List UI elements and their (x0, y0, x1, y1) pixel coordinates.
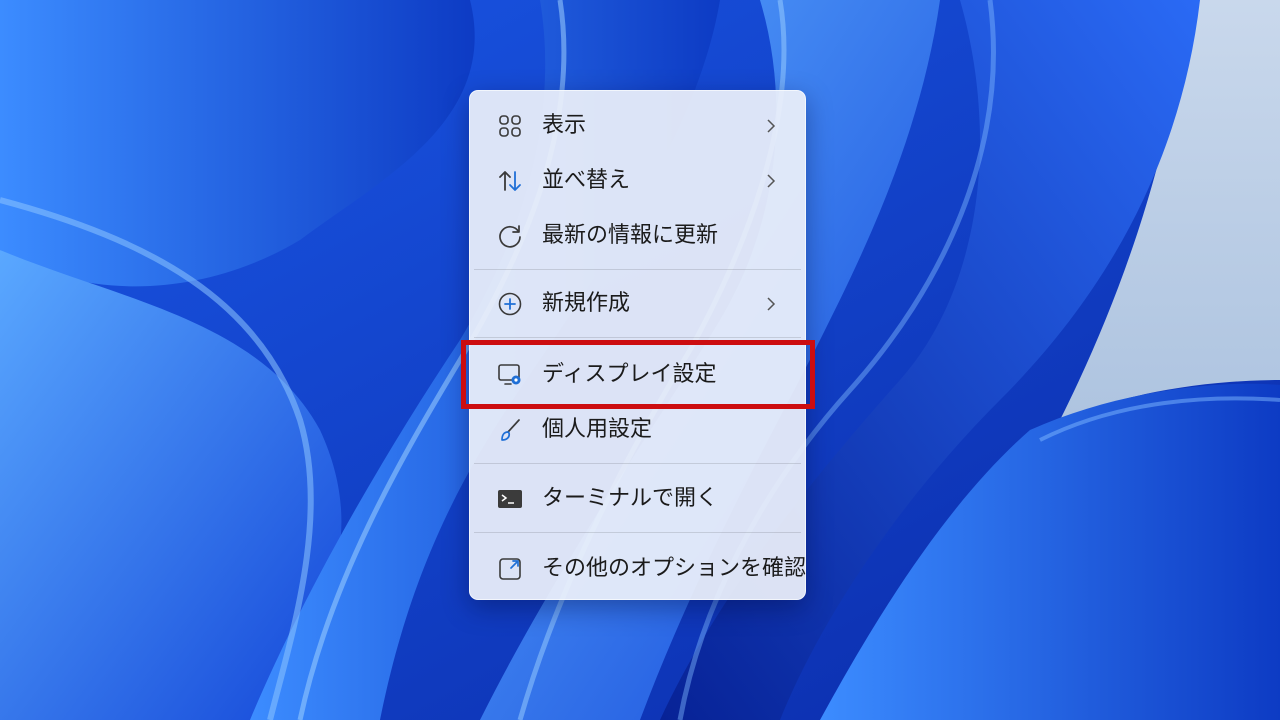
menu-item-sort[interactable]: 並べ替え (474, 157, 801, 205)
more-options-icon (497, 556, 523, 582)
sort-arrows-icon (497, 168, 523, 194)
terminal-icon (497, 486, 523, 512)
menu-item-label: 新規作成 (542, 291, 631, 316)
menu-item-label: 個人用設定 (542, 417, 653, 442)
menu-separator (474, 269, 801, 270)
menu-item-label: その他のオプションを確認 (542, 556, 807, 581)
chevron-right-icon (763, 173, 779, 189)
menu-separator (474, 337, 801, 338)
menu-item-refresh[interactable]: 最新の情報に更新 (474, 212, 801, 260)
annotation-highlight-box (461, 340, 815, 409)
chevron-right-icon (763, 296, 779, 312)
brush-icon (497, 417, 523, 443)
menu-item-open-terminal[interactable]: ターミナルで開く (474, 475, 801, 523)
chevron-right-icon (763, 118, 779, 134)
menu-item-more-options[interactable]: その他のオプションを確認 (474, 545, 806, 593)
view-grid-icon (497, 113, 523, 139)
menu-item-label: 最新の情報に更新 (542, 223, 719, 248)
menu-item-personalize[interactable]: 個人用設定 (474, 406, 801, 454)
menu-item-view[interactable]: 表示 (474, 102, 801, 150)
desktop[interactable]: 表示 並べ替え 最新の情報に更新 新規作成 ディスプレイ設定 個人用設定 ターミ… (0, 0, 1280, 720)
menu-item-label: ターミナルで開く (542, 486, 719, 511)
menu-item-label: 並べ替え (542, 168, 631, 193)
new-plus-icon (497, 291, 523, 317)
menu-item-new[interactable]: 新規作成 (474, 280, 801, 328)
menu-item-label: 表示 (542, 113, 587, 138)
menu-separator (474, 463, 801, 464)
refresh-icon (497, 223, 523, 249)
menu-separator (474, 532, 801, 533)
